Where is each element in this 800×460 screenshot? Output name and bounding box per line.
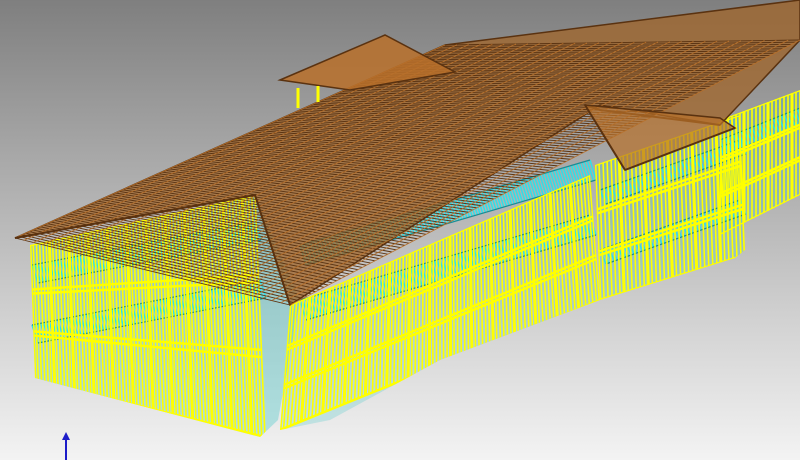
wall-stud	[452, 234, 456, 360]
wall-stud	[448, 235, 453, 361]
wall-stud	[406, 252, 412, 379]
wall-stud	[468, 226, 474, 353]
building-model[interactable]	[0, 0, 800, 460]
3d-viewport[interactable]	[0, 0, 800, 460]
wall-stud	[424, 245, 428, 371]
up-arrow-icon	[62, 432, 70, 460]
wall-stud	[421, 247, 425, 373]
wall-stud	[455, 232, 459, 358]
wall-stud	[427, 244, 432, 370]
